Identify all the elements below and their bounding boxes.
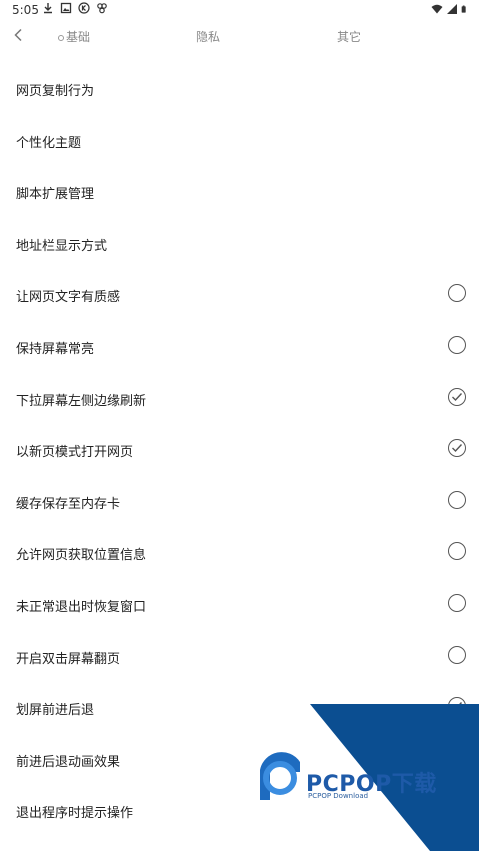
settings-list: 网页复制行为 个性化主题 脚本扩展管理 地址栏显示方式 让网页文字有质感 保持屏… bbox=[0, 63, 479, 837]
radio-button-unchecked[interactable] bbox=[448, 335, 466, 354]
status-system-icons bbox=[431, 3, 469, 15]
wifi-icon bbox=[431, 4, 443, 14]
battery-icon bbox=[461, 5, 466, 13]
tab-privacy[interactable]: 隐私 bbox=[196, 28, 220, 45]
checkmark-icon bbox=[452, 702, 463, 711]
checkmark-icon bbox=[452, 444, 463, 453]
setting-row-copy-behavior[interactable]: 网页复制行为 bbox=[0, 63, 479, 115]
radio-button-unchecked[interactable] bbox=[448, 645, 466, 664]
setting-row-address-bar[interactable]: 地址栏显示方式 bbox=[0, 218, 479, 270]
setting-label: 划屏前进后退 bbox=[16, 703, 95, 719]
setting-row-pull-refresh[interactable]: 下拉屏幕左侧边缘刷新 bbox=[0, 373, 479, 425]
radio-button-checked[interactable] bbox=[448, 439, 466, 458]
setting-row-new-page-mode[interactable]: 以新页模式打开网页 bbox=[0, 424, 479, 476]
setting-label: 个性化主题 bbox=[16, 135, 82, 151]
radio-button-unchecked[interactable] bbox=[448, 593, 466, 612]
setting-label: 缓存保存至内存卡 bbox=[16, 496, 121, 512]
radio-button-checked[interactable] bbox=[448, 697, 466, 716]
k-icon bbox=[78, 2, 90, 14]
app-icon bbox=[97, 3, 107, 14]
radio-button-unchecked[interactable] bbox=[448, 800, 466, 819]
setting-row-location[interactable]: 允许网页获取位置信息 bbox=[0, 527, 479, 579]
setting-label: 开启双击屏幕翻页 bbox=[16, 651, 121, 667]
setting-label: 前进后退动画效果 bbox=[16, 754, 121, 770]
checkmark-icon bbox=[452, 392, 463, 401]
gallery-icon bbox=[60, 2, 72, 14]
tab-other[interactable]: 其它 bbox=[337, 28, 361, 45]
radio-button-unchecked[interactable] bbox=[448, 490, 466, 509]
setting-label: 地址栏显示方式 bbox=[16, 238, 108, 254]
radio-button-unchecked[interactable] bbox=[448, 542, 466, 561]
active-tab-dot-icon bbox=[58, 34, 64, 41]
setting-label: 以新页模式打开网页 bbox=[16, 445, 134, 461]
setting-label: 未正常退出时恢复窗口 bbox=[16, 599, 147, 615]
status-time: 5:05 bbox=[12, 3, 39, 17]
signal-icon bbox=[447, 4, 457, 14]
setting-label: 让网页文字有质感 bbox=[16, 290, 121, 306]
setting-row-text-texture[interactable]: 让网页文字有质感 bbox=[0, 269, 479, 321]
setting-row-exit-prompt[interactable]: 退出程序时提示操作 bbox=[0, 785, 479, 837]
setting-row-cache-sdcard[interactable]: 缓存保存至内存卡 bbox=[0, 476, 479, 528]
setting-row-double-tap-page[interactable]: 开启双击屏幕翻页 bbox=[0, 631, 479, 683]
tab-bar: 基础 隐私 其它 bbox=[0, 24, 479, 48]
radio-button-checked[interactable] bbox=[448, 387, 466, 406]
setting-label: 退出程序时提示操作 bbox=[16, 806, 134, 822]
setting-label: 保持屏幕常亮 bbox=[16, 341, 95, 357]
download-icon bbox=[44, 3, 52, 14]
setting-row-script-extensions[interactable]: 脚本扩展管理 bbox=[0, 166, 479, 218]
setting-label: 允许网页获取位置信息 bbox=[16, 548, 147, 564]
setting-row-swipe-navigation[interactable]: 划屏前进后退 bbox=[0, 682, 479, 734]
tab-basic-label: 基础 bbox=[66, 30, 91, 44]
radio-button-unchecked[interactable] bbox=[448, 748, 466, 767]
setting-row-restore-window[interactable]: 未正常退出时恢复窗口 bbox=[0, 579, 479, 631]
status-notification-icons bbox=[42, 2, 108, 14]
setting-label: 网页复制行为 bbox=[16, 84, 95, 99]
tab-privacy-label: 隐私 bbox=[196, 30, 221, 44]
setting-label: 下拉屏幕左侧边缘刷新 bbox=[16, 393, 147, 409]
status-bar: 5:05 bbox=[0, 0, 479, 20]
setting-row-theme[interactable]: 个性化主题 bbox=[0, 115, 479, 167]
setting-label: 脚本扩展管理 bbox=[16, 187, 95, 203]
back-button[interactable] bbox=[10, 24, 26, 46]
setting-row-nav-animation[interactable]: 前进后退动画效果 bbox=[0, 734, 479, 786]
setting-row-keep-screen-on[interactable]: 保持屏幕常亮 bbox=[0, 321, 479, 373]
tab-other-label: 其它 bbox=[337, 30, 362, 44]
radio-button-unchecked[interactable] bbox=[448, 284, 466, 303]
chevron-left-icon bbox=[14, 28, 22, 42]
tab-basic[interactable]: 基础 bbox=[58, 28, 90, 45]
